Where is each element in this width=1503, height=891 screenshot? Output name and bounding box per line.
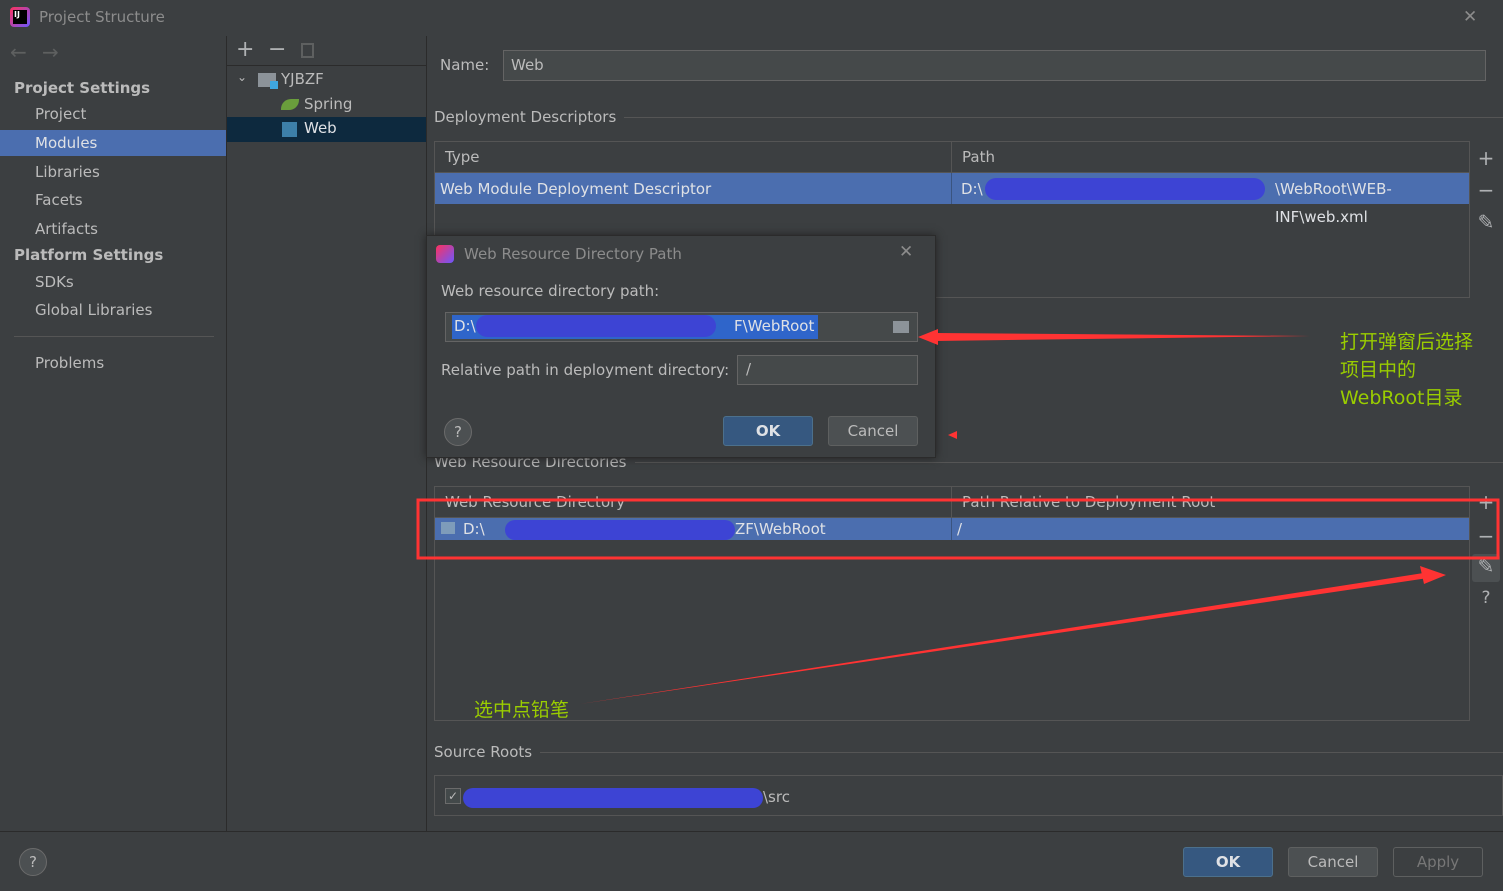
arrow-head xyxy=(1420,566,1446,584)
annotation-note: 打开弹窗后选择 项目中的 WebRoot目录 xyxy=(1340,331,1474,409)
annotation-overlay xyxy=(416,329,1500,704)
small-arrow-head xyxy=(948,431,957,439)
footer: ? OK Cancel Apply xyxy=(0,831,1503,891)
arrow-head xyxy=(918,329,938,345)
apply-button[interactable]: Apply xyxy=(1393,847,1483,877)
arrow-to-path xyxy=(935,333,1310,341)
annotation-note-pencil: 选中点铅笔 xyxy=(474,699,570,721)
help-button[interactable]: ? xyxy=(19,848,47,876)
arrow-to-pencil xyxy=(580,572,1430,704)
cancel-button[interactable]: Cancel xyxy=(1288,847,1378,877)
highlight-rectangle xyxy=(416,498,1500,560)
ok-button[interactable]: OK xyxy=(1183,847,1273,877)
